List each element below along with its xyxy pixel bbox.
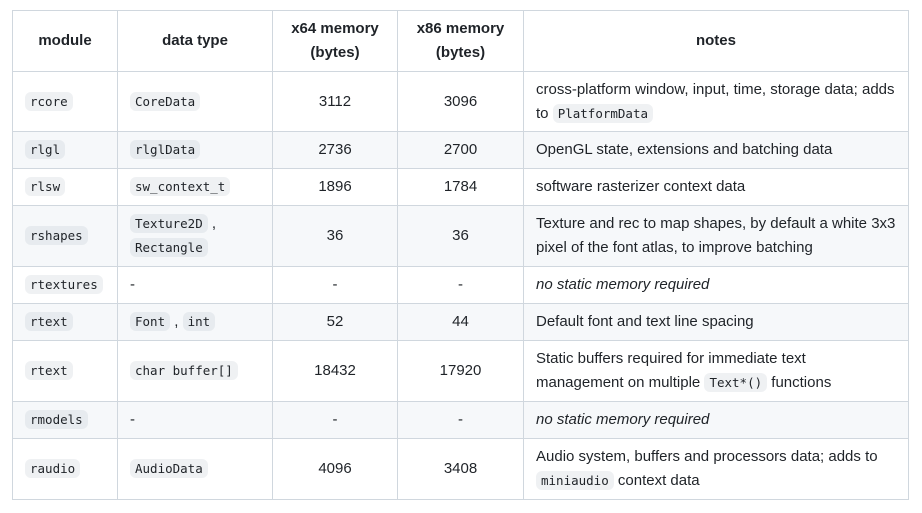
cell-module: raudio bbox=[12, 438, 118, 500]
data-type-name: int bbox=[182, 312, 216, 331]
cell-x86-memory: 17920 bbox=[397, 340, 524, 402]
data-type-name: CoreData bbox=[130, 91, 201, 111]
cell-x64-memory: 2736 bbox=[272, 131, 398, 169]
notes-text: no static memory required bbox=[536, 411, 710, 428]
table-row: rlsw sw_context_t 1896 1784 software rasteri… bbox=[12, 168, 909, 206]
cell-x86-memory: 44 bbox=[397, 303, 524, 341]
cell-notes: OpenGL state, extensions and batching da… bbox=[523, 131, 909, 169]
notes-text: OpenGL state, extensions and batching da… bbox=[536, 141, 833, 158]
notes-text: Default font and text line spacing bbox=[536, 313, 754, 330]
notes-text: software rasterizer context data bbox=[536, 178, 746, 195]
table-row: rtext Font , int 52 44 Default font and text… bbox=[12, 303, 909, 341]
table-row: rcore CoreData 3112 3096 cross-platform wind… bbox=[12, 71, 909, 132]
data-type-name: sw_context_t bbox=[130, 177, 231, 196]
notes-text-suffix: functions bbox=[767, 374, 832, 391]
data-type-name: Texture2D bbox=[130, 214, 208, 233]
cell-notes: Texture and rec to map shapes, by defaul… bbox=[523, 205, 909, 267]
cell-data-type: - bbox=[117, 401, 273, 439]
cell-x86-memory: - bbox=[397, 266, 524, 304]
header-data-type: data type bbox=[117, 10, 273, 72]
data-type-name: Rectangle bbox=[130, 238, 208, 257]
cell-notes: no static memory required bbox=[523, 401, 909, 439]
module-name: rlsw bbox=[25, 177, 66, 196]
cell-module: rcore bbox=[12, 71, 118, 132]
table-body: rcore CoreData 3112 3096 cross-platform wind… bbox=[12, 71, 909, 500]
header-module: module bbox=[12, 10, 118, 72]
cell-x86-memory: 36 bbox=[397, 205, 524, 267]
cell-x64-memory: - bbox=[272, 266, 398, 304]
cell-x64-memory: 18432 bbox=[272, 340, 398, 402]
notes-text: Texture and rec to map shapes, by defaul… bbox=[536, 215, 896, 256]
cell-module: rlgl bbox=[12, 131, 118, 169]
module-name: rtextures bbox=[25, 275, 103, 294]
table-row: rtextures - - - no static memory required bbox=[12, 266, 909, 304]
cell-data-type: CoreData bbox=[117, 71, 273, 132]
module-name: raudio bbox=[25, 459, 81, 478]
data-type-name: rlglData bbox=[130, 140, 201, 159]
cell-module: rtext bbox=[12, 340, 118, 402]
cell-module: rmodels bbox=[12, 401, 118, 439]
notes-text: no static memory required bbox=[536, 276, 710, 293]
cell-data-type: rlglData bbox=[117, 131, 273, 169]
header-x86-line1: x86 memory bbox=[416, 20, 505, 37]
cell-x64-memory: 1896 bbox=[272, 168, 398, 206]
cell-module: rshapes bbox=[12, 205, 118, 267]
cell-x86-memory: 2700 bbox=[397, 131, 524, 169]
header-x64-line2: (bytes) bbox=[310, 44, 360, 61]
cell-notes: cross-platform window, input, time, stor… bbox=[523, 71, 909, 132]
cell-notes: Audio system, buffers and processors dat… bbox=[523, 438, 909, 500]
data-type-name: AudioData bbox=[130, 459, 208, 478]
cell-x64-memory: 52 bbox=[272, 303, 398, 341]
cell-module: rlsw bbox=[12, 168, 118, 206]
cell-x86-memory: - bbox=[397, 401, 524, 439]
cell-x64-memory: 3112 bbox=[272, 71, 398, 132]
cell-notes: software rasterizer context data bbox=[523, 168, 909, 206]
cell-data-type: Texture2D , Rectangle bbox=[117, 205, 273, 267]
memory-table: module data type x64 memory (bytes) x86 … bbox=[12, 10, 909, 500]
notes-text: Audio system, buffers and processors dat… bbox=[536, 448, 878, 465]
cell-x86-memory: 3096 bbox=[397, 71, 524, 132]
module-name: rtext bbox=[25, 312, 73, 331]
data-type-name: Font bbox=[130, 312, 171, 331]
cell-x86-memory: 3408 bbox=[397, 438, 524, 500]
table-row: raudio AudioData 4096 3408 Audio system, buf… bbox=[12, 438, 909, 500]
module-name: rshapes bbox=[25, 226, 88, 245]
notes-code: Text*() bbox=[704, 373, 768, 392]
cell-data-type: - bbox=[117, 266, 273, 304]
notes-code: PlatformData bbox=[552, 103, 653, 123]
cell-x64-memory: 4096 bbox=[272, 438, 398, 500]
table-row: rlgl rlglData 2736 2700 OpenGL state, extens… bbox=[12, 131, 909, 169]
cell-data-type: Font , int bbox=[117, 303, 273, 341]
data-type-empty: - bbox=[130, 411, 135, 428]
cell-data-type: AudioData bbox=[117, 438, 273, 500]
module-name: rtext bbox=[25, 361, 73, 380]
cell-x64-memory: - bbox=[272, 401, 398, 439]
cell-data-type: sw_context_t bbox=[117, 168, 273, 206]
header-row: module data type x64 memory (bytes) x86 … bbox=[12, 10, 909, 72]
module-name: rcore bbox=[25, 91, 73, 111]
data-type-name: char buffer[] bbox=[130, 361, 238, 380]
cell-module: rtextures bbox=[12, 266, 118, 304]
cell-notes: Default font and text line spacing bbox=[523, 303, 909, 341]
header-x64-memory: x64 memory (bytes) bbox=[272, 10, 398, 72]
header-notes: notes bbox=[523, 10, 909, 72]
notes-text-suffix: context data bbox=[613, 472, 700, 489]
header-x86-line2: (bytes) bbox=[435, 44, 486, 61]
module-name: rmodels bbox=[25, 410, 88, 429]
cell-module: rtext bbox=[12, 303, 118, 341]
data-type-empty: - bbox=[130, 276, 135, 293]
cell-x64-memory: 36 bbox=[272, 205, 398, 267]
header-x64-line1: x64 memory bbox=[291, 20, 379, 37]
cell-notes: no static memory required bbox=[523, 266, 909, 304]
module-name: rlgl bbox=[25, 140, 66, 159]
cell-notes: Static buffers required for immediate te… bbox=[523, 340, 909, 402]
header-x86-memory: x86 memory (bytes) bbox=[397, 10, 524, 72]
table-row: rshapes Texture2D , Rectangle 36 36 Texture … bbox=[12, 205, 909, 267]
notes-code: miniaudio bbox=[536, 471, 614, 490]
table-row: rmodels - - - no static memory required bbox=[12, 401, 909, 439]
cell-data-type: char buffer[] bbox=[117, 340, 273, 402]
cell-x86-memory: 1784 bbox=[397, 168, 524, 206]
table-row: rtext char buffer[] 18432 17920 Static buffe… bbox=[12, 340, 909, 402]
